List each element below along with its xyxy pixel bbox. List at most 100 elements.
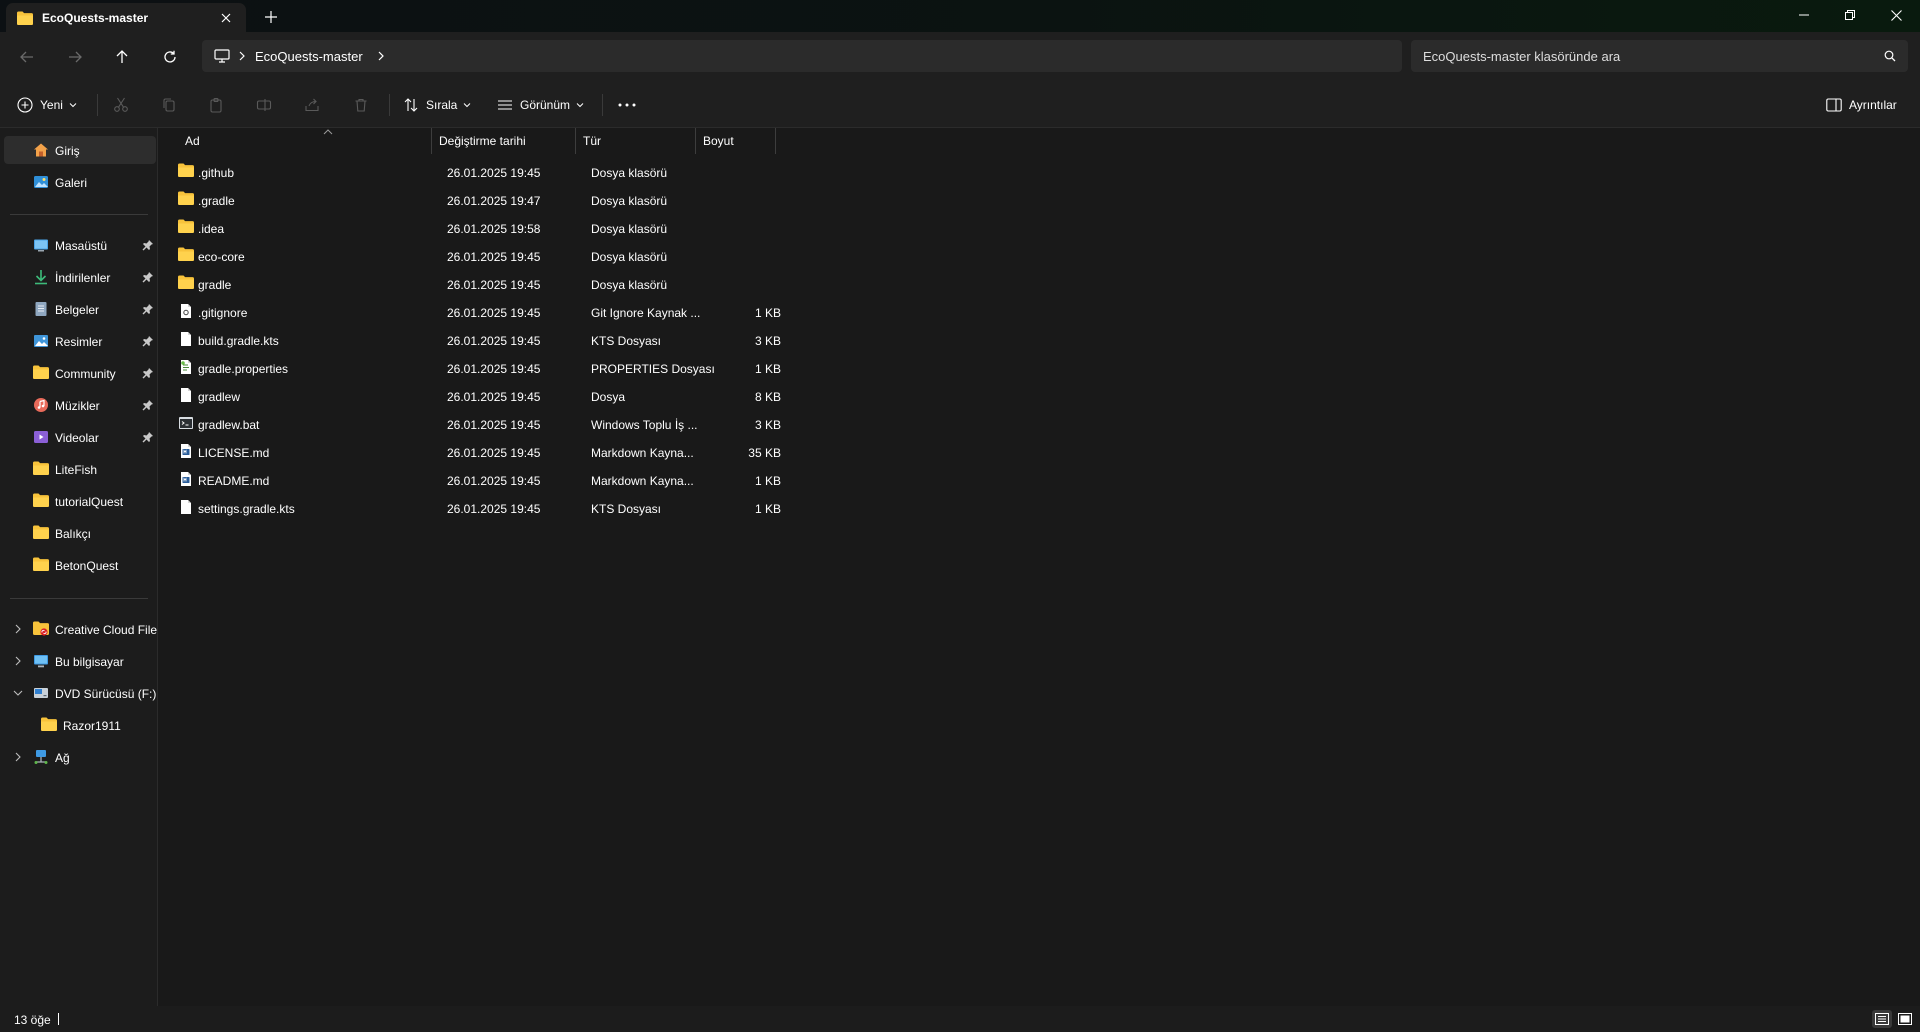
view-label: Görünüm xyxy=(520,98,571,112)
file-type: Dosya klasörü xyxy=(591,194,668,208)
column-header-name[interactable]: Ad xyxy=(178,128,432,154)
more-icon xyxy=(618,103,636,107)
file-row-gradlew[interactable]: gradlew 26.01.2025 19:45 Dosya 8 KB xyxy=(169,382,783,410)
chevron-right-icon[interactable] xyxy=(12,655,24,667)
trash-icon xyxy=(355,98,367,112)
file-row-eco-core[interactable]: eco-core 26.01.2025 19:45 Dosya klasörü xyxy=(169,242,783,270)
sidebar-item-community[interactable]: Community xyxy=(4,359,156,387)
share-button[interactable] xyxy=(301,94,323,116)
file-type: KTS Dosyası xyxy=(591,334,662,348)
pin-icon xyxy=(142,271,154,283)
address-bar[interactable]: EcoQuests-master xyxy=(202,40,1402,72)
pin-icon xyxy=(142,399,154,411)
search-input[interactable] xyxy=(1423,48,1884,64)
close-window-button[interactable] xyxy=(1873,0,1919,30)
sidebar-item-label: Giriş xyxy=(55,144,80,158)
sidebar-item-muzikler[interactable]: Müzikler xyxy=(4,391,156,419)
file-row-settings-gradle-kts[interactable]: settings.gradle.kts 26.01.2025 19:45 KTS D… xyxy=(169,494,783,522)
column-header-type[interactable]: Tür xyxy=(576,128,696,154)
search-box[interactable] xyxy=(1411,40,1908,72)
view-button[interactable]: Görünüm xyxy=(497,90,584,120)
sort-button[interactable]: Sırala xyxy=(403,90,471,120)
file-row-gradle[interactable]: .gradle 26.01.2025 19:47 Dosya klasörü xyxy=(169,186,783,214)
file-row-github[interactable]: .github 26.01.2025 19:45 Dosya klasörü xyxy=(169,158,783,186)
chevron-down-icon[interactable] xyxy=(12,687,24,699)
details-pane-button[interactable]: Ayrıntılar xyxy=(1826,90,1897,120)
tiles-view-button[interactable] xyxy=(1895,1010,1915,1028)
sidebar-item-label: Balıkçı xyxy=(55,527,92,541)
tab-ecoquests-master[interactable]: EcoQuests-master xyxy=(6,3,246,32)
paste-icon xyxy=(210,97,222,113)
breadcrumb-ecoquests-master[interactable]: EcoQuests-master xyxy=(255,49,363,64)
minimize-button[interactable] xyxy=(1781,0,1827,30)
sidebar-item-dvd-surucusu-f-c[interactable]: DVD Sürücüsü (F:) C xyxy=(4,679,157,707)
file-row-license-md[interactable]: LICENSE.md 26.01.2025 19:45 Markdown Kayna… xyxy=(169,438,783,466)
column-size-label: Boyut xyxy=(703,134,734,148)
sidebar-item-galeri[interactable]: Galeri xyxy=(4,168,156,196)
sidebar-item-indirilenler[interactable]: İndirilenler xyxy=(4,263,156,291)
file-row-gradlew-bat[interactable]: gradlew.bat 26.01.2025 19:45 Windows Toplu… xyxy=(169,410,783,438)
new-button[interactable]: Yeni xyxy=(17,90,77,120)
file-type: Dosya xyxy=(591,390,626,404)
file-row-gitignore[interactable]: .gitignore 26.01.2025 19:45 Git Ignore Kay… xyxy=(169,298,783,326)
scissors-icon xyxy=(114,97,128,112)
chevron-right-icon[interactable] xyxy=(238,51,246,61)
sidebar-item-giris[interactable]: Giriş xyxy=(4,136,156,164)
sidebar-item-litefish[interactable]: LiteFish xyxy=(4,455,156,483)
sidebar-item-tutorialquest[interactable]: tutorialQuest xyxy=(4,487,156,515)
up-button[interactable] xyxy=(107,42,137,72)
sidebar-item-ag[interactable]: Ağ xyxy=(4,743,156,771)
forward-button[interactable] xyxy=(60,42,90,72)
sidebar-item-creative-cloud-files[interactable]: Creative Cloud Files xyxy=(4,615,157,643)
file-row-build-gradle-kts[interactable]: build.gradle.kts 26.01.2025 19:45 KTS Dosy… xyxy=(169,326,783,354)
chevron-down-icon xyxy=(576,103,584,108)
restore-button[interactable] xyxy=(1827,0,1873,30)
file-row-idea[interactable]: .idea 26.01.2025 19:58 Dosya klasörü xyxy=(169,214,783,242)
sidebar-item-label: LiteFish xyxy=(55,463,98,477)
more-options-button[interactable] xyxy=(616,94,638,116)
sidebar-item-resimler[interactable]: Resimler xyxy=(4,327,156,355)
chevron-right-icon[interactable] xyxy=(377,51,385,61)
sidebar-item-videolar[interactable]: Videolar xyxy=(4,423,156,451)
file-row-gradle-properties[interactable]: gradle.properties 26.01.2025 19:45 PROPERT… xyxy=(169,354,783,382)
copy-button[interactable] xyxy=(158,94,180,116)
sidebar-item-label: BetonQuest xyxy=(55,559,119,573)
chevron-right-icon[interactable] xyxy=(12,623,24,635)
close-tab-button[interactable] xyxy=(216,8,236,28)
file-size: 3 KB xyxy=(754,418,781,432)
file-list: Ad Değiştirme tarihi Tür Boyut .github 26… xyxy=(159,128,1920,1006)
column-header-size[interactable]: Boyut xyxy=(696,128,776,154)
sidebar-item-label: tutorialQuest xyxy=(55,495,124,509)
search-icon[interactable] xyxy=(1884,50,1896,62)
paste-button[interactable] xyxy=(205,94,227,116)
sidebar-item-razor1911[interactable]: Razor1911 xyxy=(4,711,156,739)
sidebar-item-bu-bilgisayar[interactable]: Bu bilgisayar xyxy=(4,647,156,675)
minimize-icon xyxy=(1799,14,1809,16)
sidebar-item-masaustu[interactable]: Masaüstü xyxy=(4,231,156,259)
delete-button[interactable] xyxy=(350,94,372,116)
refresh-button[interactable] xyxy=(155,42,185,72)
sidebar-item-label: Razor1911 xyxy=(63,719,121,733)
file-name: .github xyxy=(198,166,235,180)
file-size: 3 KB xyxy=(754,334,781,348)
sidebar-item-bal-kc[interactable]: Balıkçı xyxy=(4,519,156,547)
file-row-gradle[interactable]: gradle 26.01.2025 19:45 Dosya klasörü xyxy=(169,270,783,298)
file-type: PROPERTIES Dosyası xyxy=(591,362,715,376)
dvd-drive-icon xyxy=(33,685,49,701)
file-date: 26.01.2025 19:45 xyxy=(447,250,541,264)
new-tab-button[interactable] xyxy=(260,6,282,28)
back-button[interactable] xyxy=(12,42,42,72)
column-header-date[interactable]: Değiştirme tarihi xyxy=(432,128,576,154)
file-name: build.gradle.kts xyxy=(198,334,279,348)
rename-button[interactable] xyxy=(253,94,275,116)
cut-button[interactable] xyxy=(110,94,132,116)
command-separator xyxy=(602,94,603,116)
file-date: 26.01.2025 19:45 xyxy=(447,502,541,516)
details-view-button[interactable] xyxy=(1872,1010,1892,1028)
download-icon xyxy=(33,269,49,285)
chevron-right-icon[interactable] xyxy=(12,751,24,763)
file-row-readme-md[interactable]: README.md 26.01.2025 19:45 Markdown Kayna.… xyxy=(169,466,783,494)
sidebar-item-belgeler[interactable]: Belgeler xyxy=(4,295,156,323)
sidebar-item-betonquest[interactable]: BetonQuest xyxy=(4,551,156,579)
creative-cloud-icon xyxy=(33,621,49,637)
